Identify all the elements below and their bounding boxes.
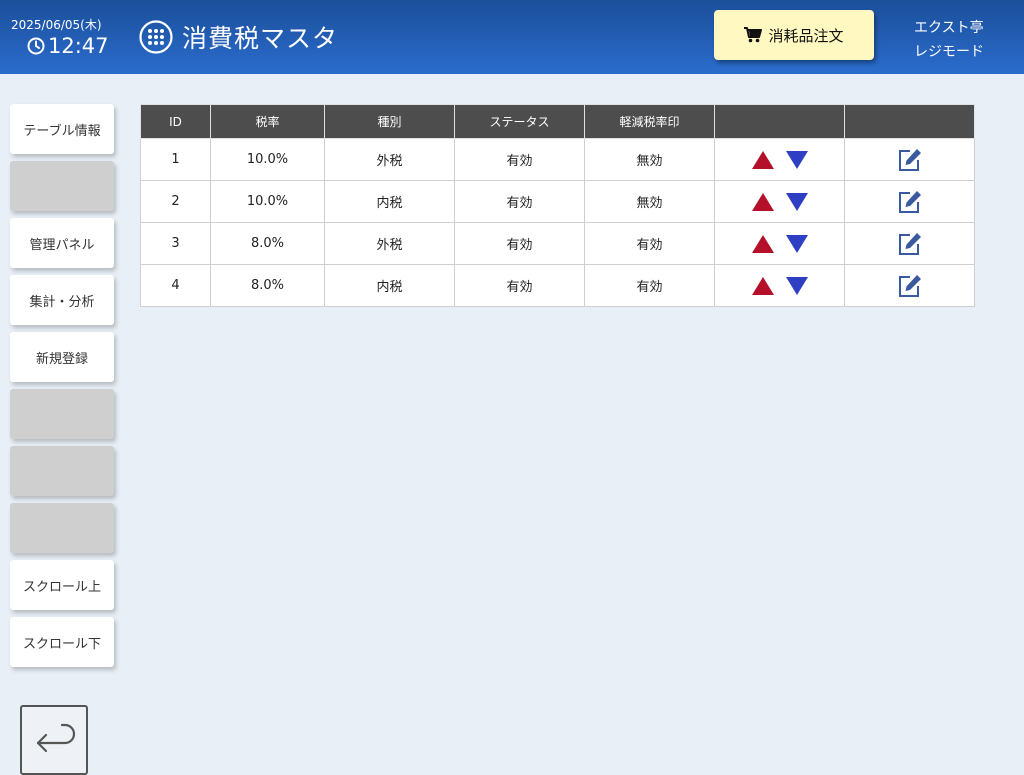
cell-reduced: 無効 <box>584 138 715 181</box>
sidebar-item-empty <box>10 389 114 439</box>
mode-name: レジモード <box>914 44 984 60</box>
cell-order <box>714 264 845 307</box>
cell-id: 4 <box>140 264 211 307</box>
sidebar-item-label: 集計・分析 <box>29 294 95 310</box>
cell-edit <box>844 180 975 223</box>
cell-id: 3 <box>140 222 211 265</box>
cell-order <box>714 222 845 265</box>
cell-type: 内税 <box>324 264 455 307</box>
order-supplies-button[interactable]: 消耗品注文 <box>714 10 874 60</box>
sidebar-item-table-info[interactable]: テーブル情報 <box>10 104 114 154</box>
sidebar-item-new-entry[interactable]: 新規登録 <box>10 332 114 382</box>
sidebar-item-label: 管理パネル <box>29 237 95 253</box>
cell-status: 有効 <box>454 222 585 265</box>
column-header-reduced: 軽減税率印 <box>584 104 715 139</box>
cell-type: 内税 <box>324 180 455 223</box>
back-button[interactable] <box>20 705 88 775</box>
move-down-icon[interactable] <box>785 234 809 254</box>
sidebar-item-label: テーブル情報 <box>23 123 101 139</box>
table-row: 4 8.0% 内税 有効 有効 <box>140 264 975 307</box>
move-down-icon[interactable] <box>785 192 809 212</box>
edit-icon[interactable] <box>897 189 923 215</box>
sidebar-item-scroll-up[interactable]: スクロール上 <box>10 560 114 610</box>
sidebar-item-admin-panel[interactable]: 管理パネル <box>10 218 114 268</box>
app-header: 2025/06/05(木) 12:47 消費税マスタ 消耗品注文 エクスト亭 レ… <box>0 0 1024 74</box>
current-date: 2025/06/05(木) <box>11 18 102 32</box>
column-header-order <box>714 104 845 139</box>
shop-name: エクスト亭 <box>914 20 984 36</box>
cell-rate: 10.0% <box>210 138 325 181</box>
cell-type: 外税 <box>324 138 455 181</box>
cell-type: 外税 <box>324 222 455 265</box>
move-down-icon[interactable] <box>785 150 809 170</box>
column-header-edit <box>844 104 975 139</box>
table-row: 2 10.0% 内税 有効 無効 <box>140 180 975 223</box>
tax-rate-table: ID 税率 種別 ステータス 軽減税率印 1 10.0% 外税 有効 無効 2 … <box>140 104 975 307</box>
return-arrow-icon <box>36 723 76 753</box>
column-header-type: 種別 <box>324 104 455 139</box>
cell-reduced: 有効 <box>584 222 715 265</box>
sidebar-item-empty <box>10 503 114 553</box>
cell-status: 有効 <box>454 138 585 181</box>
move-up-icon[interactable] <box>751 234 775 254</box>
move-down-icon[interactable] <box>785 276 809 296</box>
cell-status: 有効 <box>454 180 585 223</box>
order-supplies-label: 消耗品注文 <box>768 26 844 45</box>
menu-grid-icon[interactable] <box>139 20 173 54</box>
column-header-status: ステータス <box>454 104 585 139</box>
move-up-icon[interactable] <box>751 192 775 212</box>
cell-id: 2 <box>140 180 211 223</box>
table-header-row: ID 税率 種別 ステータス 軽減税率印 <box>140 104 975 139</box>
edit-icon[interactable] <box>897 273 923 299</box>
cell-reduced: 有効 <box>584 264 715 307</box>
column-header-id: ID <box>140 104 211 139</box>
edit-icon[interactable] <box>897 147 923 173</box>
cell-edit <box>844 138 975 181</box>
cell-id: 1 <box>140 138 211 181</box>
sidebar-item-analytics[interactable]: 集計・分析 <box>10 275 114 325</box>
move-up-icon[interactable] <box>751 276 775 296</box>
cell-edit <box>844 222 975 265</box>
sidebar-item-label: スクロール下 <box>22 636 101 652</box>
sidebar-item-label: スクロール上 <box>22 579 101 595</box>
sidebar-item-empty <box>10 161 114 211</box>
move-up-icon[interactable] <box>751 150 775 170</box>
cell-rate: 10.0% <box>210 180 325 223</box>
cell-order <box>714 138 845 181</box>
time-text: 12:47 <box>48 34 109 58</box>
table-row: 3 8.0% 外税 有効 有効 <box>140 222 975 265</box>
cell-edit <box>844 264 975 307</box>
clock-icon <box>27 37 45 55</box>
sidebar-item-scroll-down[interactable]: スクロール下 <box>10 617 114 667</box>
table-row: 1 10.0% 外税 有効 無効 <box>140 138 975 181</box>
cell-reduced: 無効 <box>584 180 715 223</box>
sidebar-item-empty <box>10 446 114 496</box>
cell-order <box>714 180 845 223</box>
cart-icon <box>744 27 763 43</box>
cell-rate: 8.0% <box>210 264 325 307</box>
current-time: 12:47 <box>27 34 109 58</box>
sidebar-item-label: 新規登録 <box>35 351 88 367</box>
column-header-rate: 税率 <box>210 104 325 139</box>
cell-status: 有効 <box>454 264 585 307</box>
page-title: 消費税マスタ <box>182 24 339 53</box>
cell-rate: 8.0% <box>210 222 325 265</box>
edit-icon[interactable] <box>897 231 923 257</box>
